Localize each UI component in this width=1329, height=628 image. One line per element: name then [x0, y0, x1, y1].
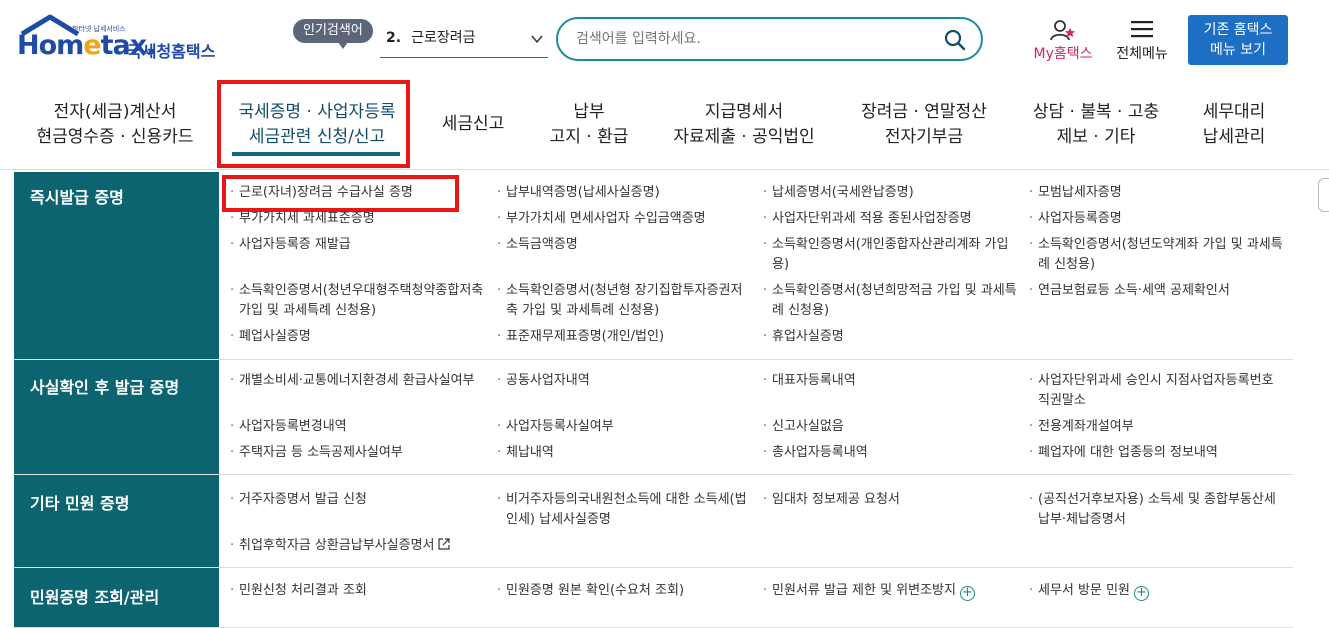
menu-link[interactable]: 사업자등록변경내역	[230, 417, 485, 437]
hamburger-menu-icon	[1131, 21, 1153, 38]
search-input[interactable]	[576, 29, 916, 49]
category-label: 사실확인 후 발급 증명	[14, 360, 219, 474]
logo-korean-name: 국세청홈택스	[127, 42, 216, 61]
section-verified-issue: 사실확인 후 발급 증명 개별소비세·교통에너지환경세 환급사실여부 공동사업자…	[14, 360, 1293, 475]
my-hometax-label: My홈택스	[1033, 46, 1093, 62]
menu-link[interactable]: 모범납세자증명	[1029, 183, 1284, 203]
menu-link[interactable]: 민원신청 처리결과 조회	[230, 581, 485, 601]
plus-circle-icon[interactable]: +	[959, 586, 975, 601]
nav-payment[interactable]: 납부 고지 · 환급	[536, 100, 642, 150]
menu-link[interactable]: 납부내역증명(납세사실증명)	[497, 183, 752, 203]
external-link-icon	[437, 538, 450, 550]
menu-link[interactable]: 소득확인증명서(청년도약계좌 가입 및 과세특례 신청용)	[1029, 235, 1291, 275]
menu-link-label: 세무서 방문 민원	[1038, 583, 1130, 598]
menu-link[interactable]: 납세증명서(국세완납증명)	[763, 183, 1018, 203]
menu-link[interactable]: 표준재무제표증명(개인/법인)	[497, 327, 752, 347]
nav-label-line1: 세무대리	[1202, 102, 1266, 122]
menu-link[interactable]: 전용계좌개설여부	[1029, 417, 1284, 437]
popular-search-dropdown[interactable]: 2. 근로장려금	[380, 22, 548, 58]
menu-link[interactable]: 소득확인증명서(개인종합자산관리계좌 가입용)	[763, 235, 1018, 275]
menu-link[interactable]: 거주자증명서 발급 신청	[230, 490, 485, 510]
nav-label-line2: 고지 · 환급	[549, 127, 629, 147]
nav-consult-appeal[interactable]: 상담 · 불복 · 고충 제보 · 기타	[1022, 100, 1170, 150]
menu-link[interactable]: 연금보험료등 소득·세액 공제확인서	[1029, 281, 1291, 301]
my-hometax-button[interactable]: My홈택스	[1028, 17, 1098, 63]
side-quick-tab[interactable]	[1318, 178, 1329, 212]
chevron-down-icon	[531, 35, 543, 44]
menu-link[interactable]: 개별소비세·교통에너지환경세 환급사실여부	[230, 371, 485, 391]
menu-link[interactable]: 사업자등록증명	[1029, 209, 1284, 229]
menu-link[interactable]: 소득확인증명서(청년우대형주택청약종합저축 가입 및 과세특례 신청용)	[230, 281, 492, 321]
menu-link-label: 취업후학자금 상환금납부사실증명서	[239, 538, 435, 553]
menu-link[interactable]: 사업자등록증 재발급	[230, 235, 485, 255]
nav-label-line1: 전자(세금)계산서	[53, 102, 177, 122]
nav-label-line2: 자료제출 · 공익법인	[673, 127, 815, 147]
popular-rank: 2.	[386, 30, 402, 46]
menu-link[interactable]: 민원서류 발급 제한 및 위변조방지+	[763, 581, 1025, 601]
category-label: 즉시발급 증명	[14, 172, 219, 359]
old-menu-line2: 메뉴 보기	[1210, 42, 1266, 58]
nav-label-line1: 지급명세서	[704, 102, 784, 122]
menu-link[interactable]: 휴업사실증명	[763, 327, 1018, 347]
menu-link[interactable]: 공동사업자내역	[497, 371, 752, 391]
nav-label-line1: 세금신고	[441, 114, 505, 134]
menu-link[interactable]: 대표자등록내역	[763, 371, 1018, 391]
search-icon[interactable]	[943, 28, 967, 52]
menu-link[interactable]: 소득금액증명	[497, 235, 752, 255]
nav-label-line1: 장려금 · 연말정산	[861, 102, 987, 122]
old-menu-line1: 기존 홈택스	[1203, 22, 1273, 38]
menu-link-label: 민원서류 발급 제한 및 위변조방지	[772, 583, 956, 598]
menu-link[interactable]: 부가가치세 과세표준증명	[230, 209, 485, 229]
all-menu-button[interactable]: 전체메뉴	[1110, 17, 1174, 63]
category-label: 민원증명 조회/관리	[14, 568, 219, 627]
highlight-box-nav	[217, 80, 410, 168]
menu-link[interactable]: 임대차 정보제공 요청서	[763, 490, 1018, 510]
nav-label-line1: 상담 · 불복 · 고충	[1032, 102, 1160, 122]
all-menu-label: 전체메뉴	[1116, 46, 1168, 62]
old-hometax-menu-button[interactable]: 기존 홈택스 메뉴 보기	[1188, 15, 1288, 65]
menu-link[interactable]: 폐업자에 대한 업종등의 정보내역	[1029, 443, 1284, 463]
menu-link[interactable]: 부가가치세 면세사업자 수입금액증명	[497, 209, 752, 229]
menu-link[interactable]: 사업자등록사실여부	[497, 417, 752, 437]
nav-label-line2: 납세관리	[1202, 127, 1266, 147]
plus-circle-icon[interactable]: +	[1134, 586, 1149, 601]
section-other-civil: 기타 민원 증명 거주자증명서 발급 신청 비거주자등의국내원천소득에 대한 소…	[14, 475, 1293, 568]
user-star-icon	[1050, 20, 1075, 41]
nav-label-line2: 현금영수증 · 신용카드	[36, 127, 194, 147]
menu-link[interactable]: 비거주자등의국내원천소득에 대한 소득세(법인세) 납세사실증명	[497, 490, 752, 530]
menu-link[interactable]: 총사업자등록내역	[763, 443, 1018, 463]
menu-link[interactable]: 세무서 방문 민원 +	[1029, 581, 1284, 601]
menu-link[interactable]: 소득확인증명서(청년형 장기집합투자증권저축 가입 및 과세특례 신청용)	[497, 281, 752, 321]
nav-tax-report[interactable]: 세금신고	[430, 112, 516, 137]
menu-link[interactable]: 주택자금 등 소득공제사실여부	[230, 443, 485, 463]
menu-link[interactable]: 근로(자녀)장려금 수급사실 증명	[230, 183, 485, 203]
menu-link[interactable]: 폐업사실증명	[230, 327, 485, 347]
menu-link[interactable]: 신고사실없음	[763, 417, 1018, 437]
search-box	[556, 17, 983, 61]
menu-link[interactable]: 사업자단위과세 승인시 지점사업자등록번호 직권말소	[1029, 371, 1284, 411]
menu-link[interactable]: (공직선거후보자용) 소득세 및 종합부동산세 납부·체납증명서	[1029, 490, 1284, 530]
popular-search-badge: 인기검색어	[293, 19, 373, 49]
certificate-menu-table: 즉시발급 증명 근로(자녀)장려금 수급사실 증명 납부내역증명(납세사실증명)…	[14, 172, 1293, 628]
nav-payment-statement[interactable]: 지급명세서 자료제출 · 공익법인	[664, 100, 824, 150]
menu-link[interactable]: 취업후학자금 상환금납부사실증명서	[230, 536, 492, 556]
section-instant-issue: 즉시발급 증명 근로(자녀)장려금 수급사실 증명 납부내역증명(납세사실증명)…	[14, 172, 1293, 360]
nav-label-line1: 납부	[573, 102, 605, 122]
menu-link[interactable]: 민원증명 원본 확인(수요처 조회)	[497, 581, 752, 601]
menu-link[interactable]: 사업자단위과세 적용 종된사업장증명	[763, 209, 1018, 229]
nav-tax-agent[interactable]: 세무대리 납세관리	[1188, 100, 1280, 150]
main-navigation: 전자(세금)계산서 현금영수증 · 신용카드 국세증명 · 사업자등록 세금관련…	[0, 90, 1329, 170]
nav-label-line2: 전자기부금	[884, 127, 964, 147]
popular-term: 근로장려금	[411, 30, 476, 46]
category-label: 기타 민원 증명	[14, 475, 219, 567]
menu-link[interactable]: 체납내역	[497, 443, 752, 463]
menu-link[interactable]: 소득확인증명서(청년희망적금 가입 및 과세특례 신청용)	[763, 281, 1018, 321]
nav-label-line2: 제보 · 기타	[1056, 127, 1136, 147]
nav-e-invoice[interactable]: 전자(세금)계산서 현금영수증 · 신용카드	[28, 100, 202, 150]
section-civil-inquiry: 민원증명 조회/관리 민원신청 처리결과 조회 민원증명 원본 확인(수요처 조…	[14, 568, 1293, 628]
hometax-logo[interactable]: 한터넷 납세서비스 Hometax. 국세청홈택스	[14, 14, 234, 66]
nav-incentive-yearend[interactable]: 장려금 · 연말정산 전자기부금	[844, 100, 1004, 150]
